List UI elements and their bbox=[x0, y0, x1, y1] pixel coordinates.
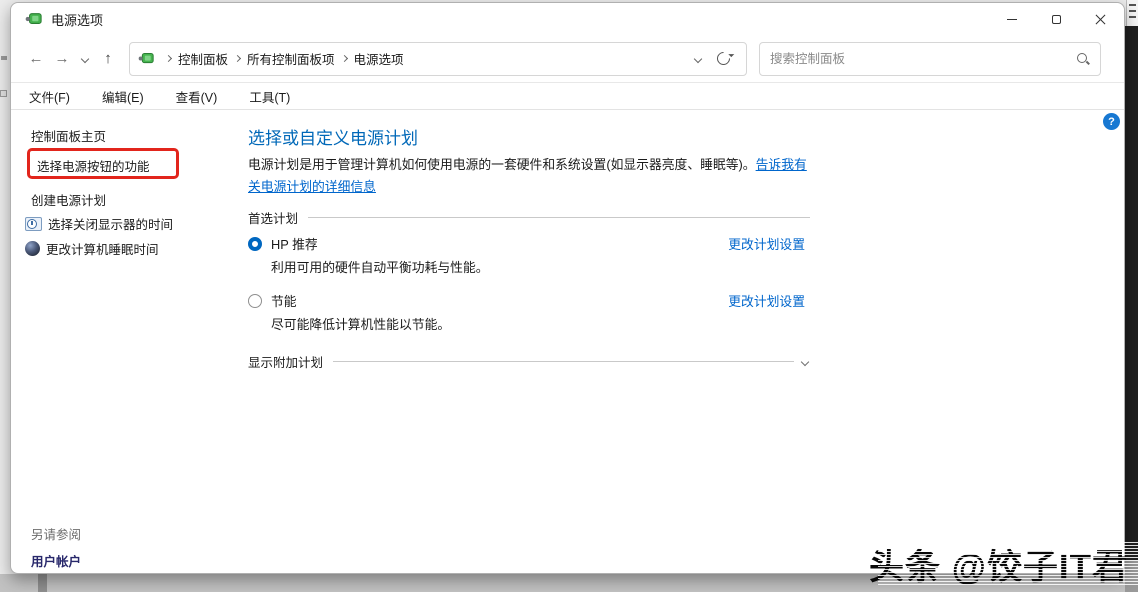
radio-hp-recommended[interactable] bbox=[248, 237, 262, 251]
close-icon bbox=[1095, 14, 1106, 25]
see-also-header: 另请参阅 bbox=[31, 524, 81, 543]
preferred-plans-section: 首选计划 bbox=[248, 208, 810, 227]
search-input[interactable] bbox=[770, 52, 1076, 66]
additional-plans-label: 显示附加计划 bbox=[248, 352, 323, 371]
back-button[interactable]: ← bbox=[23, 50, 49, 67]
display-clock-icon bbox=[25, 217, 42, 231]
sidebar-item-choose-display-off-time[interactable]: 选择关闭显示器的时间 bbox=[25, 214, 173, 233]
window-title: 电源选项 bbox=[51, 10, 103, 29]
address-bar[interactable]: 控制面板 所有控制面板项 电源选项 bbox=[129, 42, 747, 76]
sleep-moon-icon bbox=[25, 241, 40, 256]
menu-tools[interactable]: 工具(T) bbox=[249, 87, 290, 106]
forward-button[interactable]: → bbox=[49, 50, 75, 67]
menu-view[interactable]: 查看(V) bbox=[176, 87, 218, 106]
change-plan-settings-link-1[interactable]: 更改计划设置 bbox=[728, 234, 805, 253]
plan-name[interactable]: HP 推荐 bbox=[271, 234, 318, 253]
sidebar-item-create-power-plan[interactable]: 创建电源计划 bbox=[31, 190, 106, 209]
chevron-down-icon bbox=[81, 54, 89, 62]
search-box bbox=[759, 42, 1101, 76]
sidebar-item-control-panel-home[interactable]: 控制面板主页 bbox=[31, 126, 106, 145]
background-right-strip bbox=[1125, 26, 1138, 560]
sidebar: 控制面板主页 选择电源按钮的功能 创建电源计划 选择关闭显示器的时间 更改计算机… bbox=[11, 110, 238, 573]
maximize-icon bbox=[1052, 15, 1061, 24]
radio-power-saver[interactable] bbox=[248, 294, 262, 308]
content-area: 控制面板主页 选择电源按钮的功能 创建电源计划 选择关闭显示器的时间 更改计算机… bbox=[11, 110, 1124, 573]
plan-name[interactable]: 节能 bbox=[271, 291, 297, 310]
menu-file[interactable]: 文件(F) bbox=[29, 87, 70, 106]
power-options-window: 电源选项 ← → ↑ bbox=[10, 2, 1125, 574]
search-icon[interactable] bbox=[1076, 52, 1090, 66]
plan-description: 尽可能降低计算机性能以节能。 bbox=[271, 314, 450, 333]
sidebar-item-change-sleep-time[interactable]: 更改计算机睡眠时间 bbox=[25, 239, 159, 258]
title-bar: 电源选项 bbox=[11, 3, 1124, 35]
page-title: 选择或自定义电源计划 bbox=[248, 124, 418, 149]
sidebar-item-user-accounts[interactable]: 用户帐户 bbox=[31, 551, 81, 570]
main-panel: 选择或自定义电源计划 电源计划是用于管理计算机如何使用电源的一套硬件和系统设置(… bbox=[238, 110, 810, 573]
intro-paragraph: 电源计划是用于管理计算机如何使用电源的一套硬件和系统设置(如显示器亮度、睡眠等)… bbox=[248, 154, 816, 198]
plan-row-hp-recommended: HP 推荐 更改计划设置 bbox=[248, 234, 805, 253]
change-plan-settings-link-2[interactable]: 更改计划设置 bbox=[728, 291, 805, 310]
navigation-toolbar: ← → ↑ 控制面板 所有控制面板项 电源选项 bbox=[11, 36, 1124, 81]
breadcrumb-chevron-icon[interactable] bbox=[228, 56, 247, 61]
power-battery-icon bbox=[25, 11, 43, 27]
minimize-icon bbox=[1007, 19, 1017, 20]
additional-plans-section[interactable]: 显示附加计划 bbox=[248, 352, 810, 371]
background-left-fragment bbox=[1, 56, 7, 60]
minimize-button[interactable] bbox=[990, 3, 1034, 35]
breadcrumb-control-panel[interactable]: 控制面板 bbox=[178, 49, 228, 68]
background-window-fragment bbox=[1126, 0, 1138, 26]
intro-text: 电源计划是用于管理计算机如何使用电源的一套硬件和系统设置(如显示器亮度、睡眠等)… bbox=[248, 157, 756, 172]
menu-edit[interactable]: 编辑(E) bbox=[102, 87, 144, 106]
background-bottom-tab bbox=[38, 574, 47, 592]
refresh-icon[interactable] bbox=[714, 49, 732, 67]
plan-description: 利用可用的硬件自动平衡功耗与性能。 bbox=[271, 257, 489, 276]
preferred-plans-header: 首选计划 bbox=[248, 208, 298, 227]
desktop-background: 电源选项 ← → ↑ bbox=[0, 0, 1138, 592]
window-controls bbox=[990, 3, 1122, 35]
background-left-fragment-2 bbox=[0, 90, 7, 97]
watermark-text: 头条 @饺子IT君 bbox=[869, 539, 1128, 590]
recent-pages-dropdown[interactable] bbox=[75, 56, 95, 62]
section-divider bbox=[333, 361, 794, 362]
breadcrumb-chevron-icon[interactable] bbox=[159, 56, 178, 61]
sidebar-item-choose-power-buttons[interactable]: 选择电源按钮的功能 bbox=[37, 156, 150, 175]
breadcrumb-chevron-icon[interactable] bbox=[335, 56, 354, 61]
address-dropdown-button[interactable] bbox=[683, 56, 713, 62]
up-button[interactable]: ↑ bbox=[95, 50, 121, 67]
chevron-down-icon bbox=[694, 54, 702, 62]
menu-bar: 文件(F) 编辑(E) 查看(V) 工具(T) bbox=[11, 83, 1124, 109]
power-battery-icon-small bbox=[138, 51, 155, 66]
chevron-down-icon bbox=[801, 357, 809, 365]
expand-additional-plans-button[interactable] bbox=[802, 359, 808, 365]
close-button[interactable] bbox=[1078, 3, 1122, 35]
section-divider bbox=[308, 217, 810, 218]
help-button[interactable]: ? bbox=[1103, 113, 1120, 130]
breadcrumb-power-options[interactable]: 电源选项 bbox=[354, 49, 404, 68]
maximize-button[interactable] bbox=[1034, 3, 1078, 35]
breadcrumb-all-items[interactable]: 所有控制面板项 bbox=[247, 49, 335, 68]
plan-row-power-saver: 节能 更改计划设置 bbox=[248, 291, 805, 310]
